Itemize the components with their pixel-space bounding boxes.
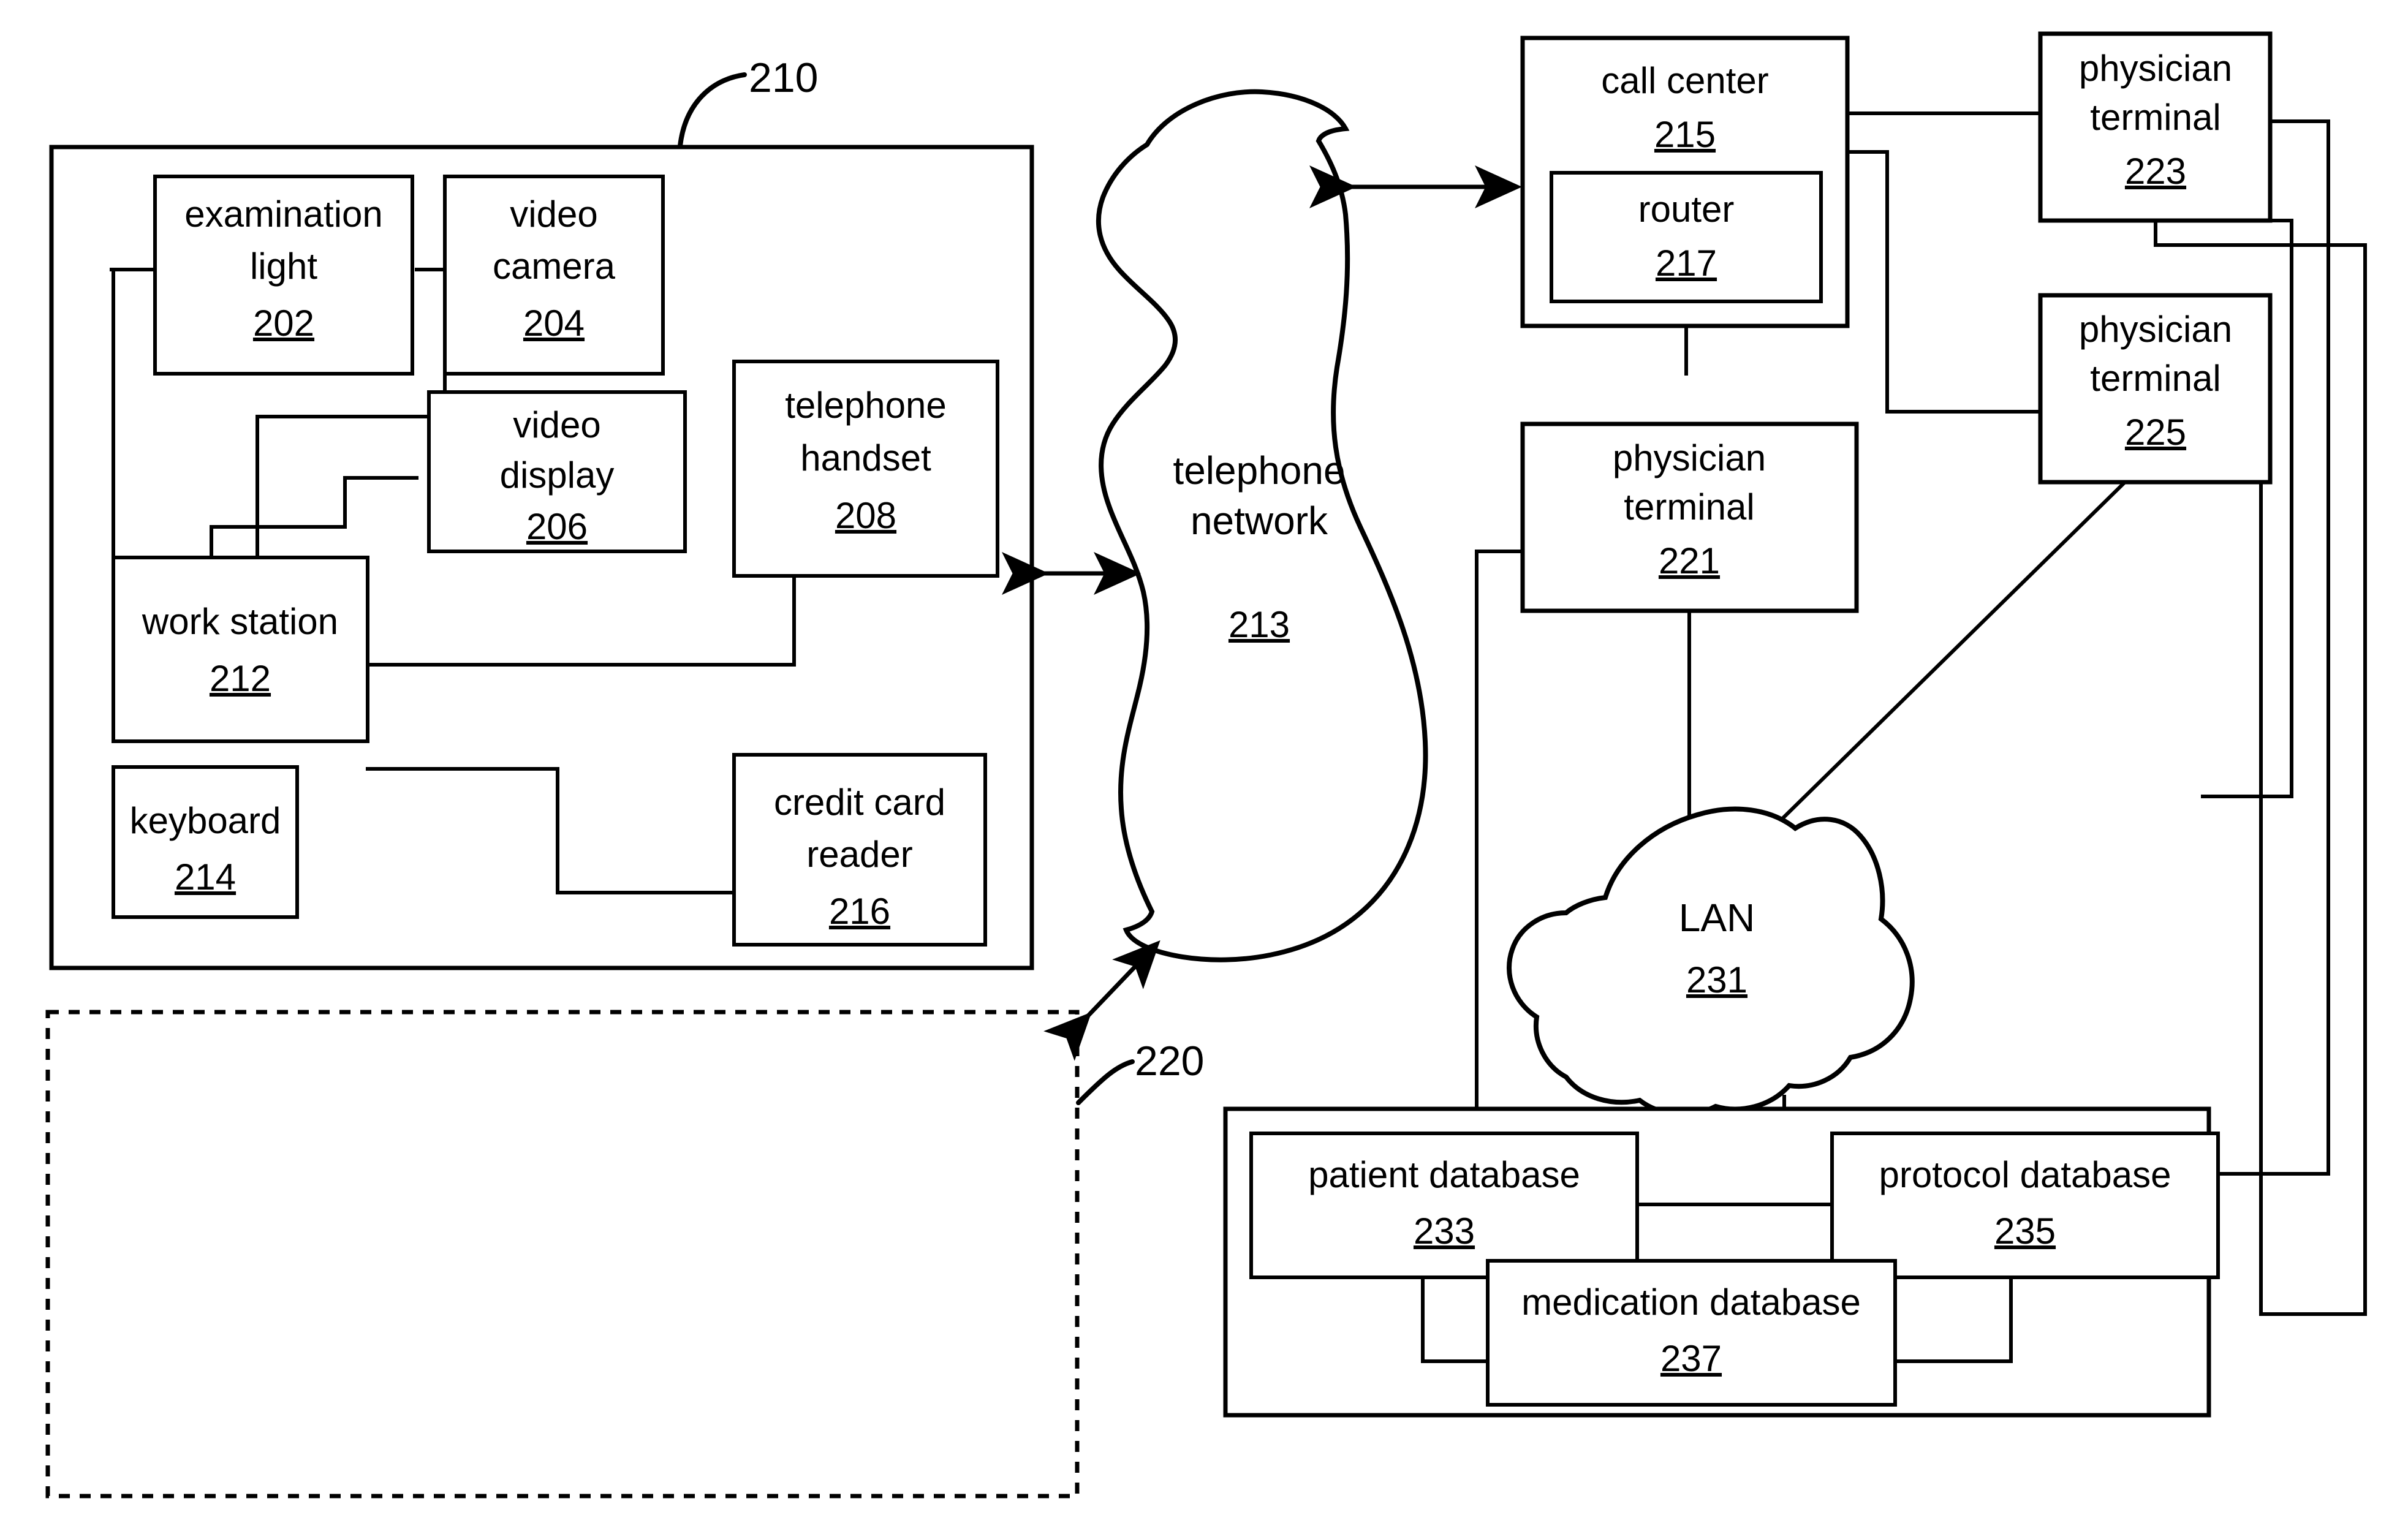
- keyboard-label-1: keyboard: [130, 800, 281, 841]
- telephone-handset-label-1: telephone: [785, 385, 947, 426]
- video-display-label-1: video: [513, 404, 600, 445]
- pt221-label-2: terminal: [1624, 486, 1754, 527]
- video-camera-ref: 204: [523, 303, 585, 344]
- credit-card-reader-label-1: credit card: [774, 782, 945, 823]
- router-ref: 217: [1656, 243, 1717, 284]
- pt223-ref: 223: [2125, 151, 2186, 192]
- wire-pt221-left-to-dbblock: [1475, 550, 1524, 1172]
- wire-callcenter-to-pt225: [1846, 150, 2042, 414]
- work-station-ref: 212: [210, 658, 271, 699]
- patient-database-label-1: patient database: [1308, 1154, 1580, 1195]
- node-work-station[interactable]: [112, 556, 369, 743]
- callout-210: 210: [749, 55, 818, 101]
- video-camera-label-2: camera: [493, 246, 616, 287]
- medication-database-label-1: medication database: [1521, 1282, 1861, 1323]
- protocol-database-ref: 235: [1994, 1211, 2056, 1252]
- pt223-label-1: physician: [2079, 48, 2232, 89]
- work-station-label-1: work station: [142, 601, 338, 642]
- telephone-handset-label-2: handset: [800, 437, 931, 478]
- protocol-database-label-1: protocol database: [1879, 1154, 2171, 1195]
- router-label-1: router: [1638, 189, 1735, 230]
- telephone-network-label-1: telephone: [1173, 448, 1345, 493]
- telephone-network-ref: 213: [1229, 604, 1290, 645]
- call-center-ref: 215: [1654, 114, 1716, 155]
- call-center-label-1: call center: [1601, 60, 1768, 101]
- wire-pt223-right-to-dbblock: [2201, 119, 2330, 1176]
- telephone-network-label-2: network: [1191, 499, 1328, 543]
- patent-block-diagram: 210 examination light 202 video camera 2…: [45, 31, 2367, 1498]
- telephone-handset-ref: 208: [835, 495, 896, 536]
- credit-card-reader-label-2: reader: [806, 834, 912, 875]
- link-secondary-site-to-network: [1043, 940, 1160, 1061]
- lan-ref: 231: [1686, 959, 1747, 1000]
- medication-database-ref: 237: [1660, 1338, 1722, 1379]
- callout-leader-220: [1076, 1059, 1135, 1105]
- video-camera-label-1: video: [510, 194, 597, 235]
- patient-database-ref: 233: [1414, 1211, 1475, 1252]
- pt225-label-2: terminal: [2090, 358, 2221, 399]
- secondary-site-enclosure-220: [45, 1010, 1080, 1498]
- pt225-label-1: physician: [2079, 309, 2232, 350]
- pt223-label-2: terminal: [2090, 97, 2221, 138]
- credit-card-reader-ref: 216: [829, 891, 890, 932]
- video-display-ref: 206: [526, 506, 588, 547]
- lan-label-1: LAN: [1679, 896, 1755, 940]
- keyboard-ref: 214: [175, 856, 236, 898]
- figure-canvas: 210 examination light 202 video camera 2…: [0, 0, 2408, 1523]
- callout-leader-210: [678, 72, 747, 148]
- examination-light-ref: 202: [253, 303, 314, 344]
- pt225-ref: 225: [2125, 412, 2186, 453]
- callout-220: 220: [1135, 1038, 1204, 1084]
- pt221-label-1: physician: [1613, 437, 1766, 478]
- video-display-label-2: display: [500, 455, 615, 496]
- examination-light-label-2: light: [250, 246, 317, 287]
- examination-light-label-1: examination: [184, 194, 383, 235]
- pt221-ref: 221: [1659, 540, 1720, 581]
